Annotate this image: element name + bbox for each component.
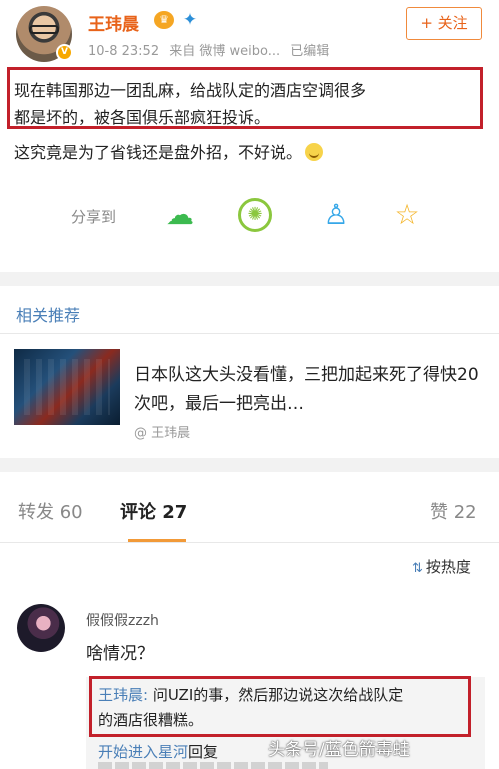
post-text-line-3: 这究竟是为了省钱还是盘外招，不好说。 xyxy=(14,143,303,162)
watermark: 头条号/蓝色箭毒蛙 xyxy=(268,740,410,760)
edited-label: 已编辑 xyxy=(290,44,330,59)
commenter-name[interactable]: 假假假zzzh xyxy=(86,610,159,630)
comment-text: 啥情况？ xyxy=(86,644,154,664)
truncated-text xyxy=(98,762,328,769)
smile-emoji-icon xyxy=(305,143,324,161)
section-divider xyxy=(0,272,499,286)
related-title[interactable]: 日本队这大头没看懂，三把加起来死了得快20次吧，最后一把亮出… xyxy=(134,361,479,419)
post-header: V 王玮晨 ♛ ✦ 10-8 23:52 来自 微博 weibo... 已编辑 … xyxy=(0,0,499,66)
follow-button[interactable]: + 关注 xyxy=(406,7,482,40)
vip-crown-icon: ♛ xyxy=(154,11,174,29)
post-text-line: 都是坏的，被各国俱乐部疯狂投诉。 xyxy=(14,108,271,127)
level-badge-icon: ✦ xyxy=(182,10,198,30)
reply-author[interactable]: 王玮晨: xyxy=(98,686,148,704)
wechat-icon[interactable]: ☁ xyxy=(163,198,197,232)
post-timestamp: 10-8 23:52 xyxy=(88,44,160,59)
reply-text: 问UZI的事，然后那边说这次给战队定 xyxy=(148,686,404,704)
share-label: 分享到 xyxy=(71,208,117,226)
tab-likes[interactable]: 赞 22 xyxy=(430,498,477,524)
related-author: @ 王玮晨 xyxy=(134,426,191,441)
qzone-icon[interactable]: ☆ xyxy=(390,198,424,232)
tab-comment[interactable]: 评论 27 xyxy=(120,498,187,524)
author-name[interactable]: 王玮晨 xyxy=(88,10,139,35)
tab-repost[interactable]: 转发 60 xyxy=(18,498,83,524)
reply-author[interactable]: 开始进入星河 xyxy=(98,743,188,761)
reply-line: 的酒店很糟糕。 xyxy=(98,711,204,729)
sort-by-hot-button[interactable]: ⇅ 按热度 xyxy=(412,556,471,577)
related-post-card[interactable]: 日本队这大头没看懂，三把加起来死了得快20次吧，最后一把亮出… @ 王玮晨 xyxy=(14,349,489,441)
share-row: 分享到 ☁ ✺ ♙ ☆ xyxy=(0,194,499,238)
verified-badge-icon: V xyxy=(56,44,73,61)
related-section-title: 相关推荐 xyxy=(16,306,81,325)
qq-icon[interactable]: ♙ xyxy=(319,198,353,232)
divider xyxy=(0,542,499,543)
moments-icon[interactable]: ✺ xyxy=(238,198,272,232)
sort-icon: ⇅ xyxy=(412,561,423,576)
post-text-line: 现在韩国那边一团乱麻，给战队定的酒店空调很多 xyxy=(14,81,367,100)
interaction-tabs: 转发 60 评论 27 赞 22 xyxy=(0,472,499,542)
reply-text: 回复 xyxy=(188,743,219,761)
sort-label: 按热度 xyxy=(425,558,471,576)
related-thumbnail[interactable] xyxy=(14,349,120,425)
section-divider xyxy=(0,458,499,472)
post-source: 来自 微博 weibo... xyxy=(169,44,281,59)
reply-line: 开始进入星河回复 xyxy=(98,741,218,762)
post-text-line: 这究竟是为了省钱还是盘外招，不好说。 xyxy=(14,140,324,166)
reply-line: 王玮晨: 问UZI的事，然后那边说这次给战队定 xyxy=(98,684,403,705)
divider xyxy=(0,333,499,334)
post-meta: 10-8 23:52 来自 微博 weibo... 已编辑 xyxy=(88,40,335,59)
commenter-avatar[interactable] xyxy=(17,604,65,652)
